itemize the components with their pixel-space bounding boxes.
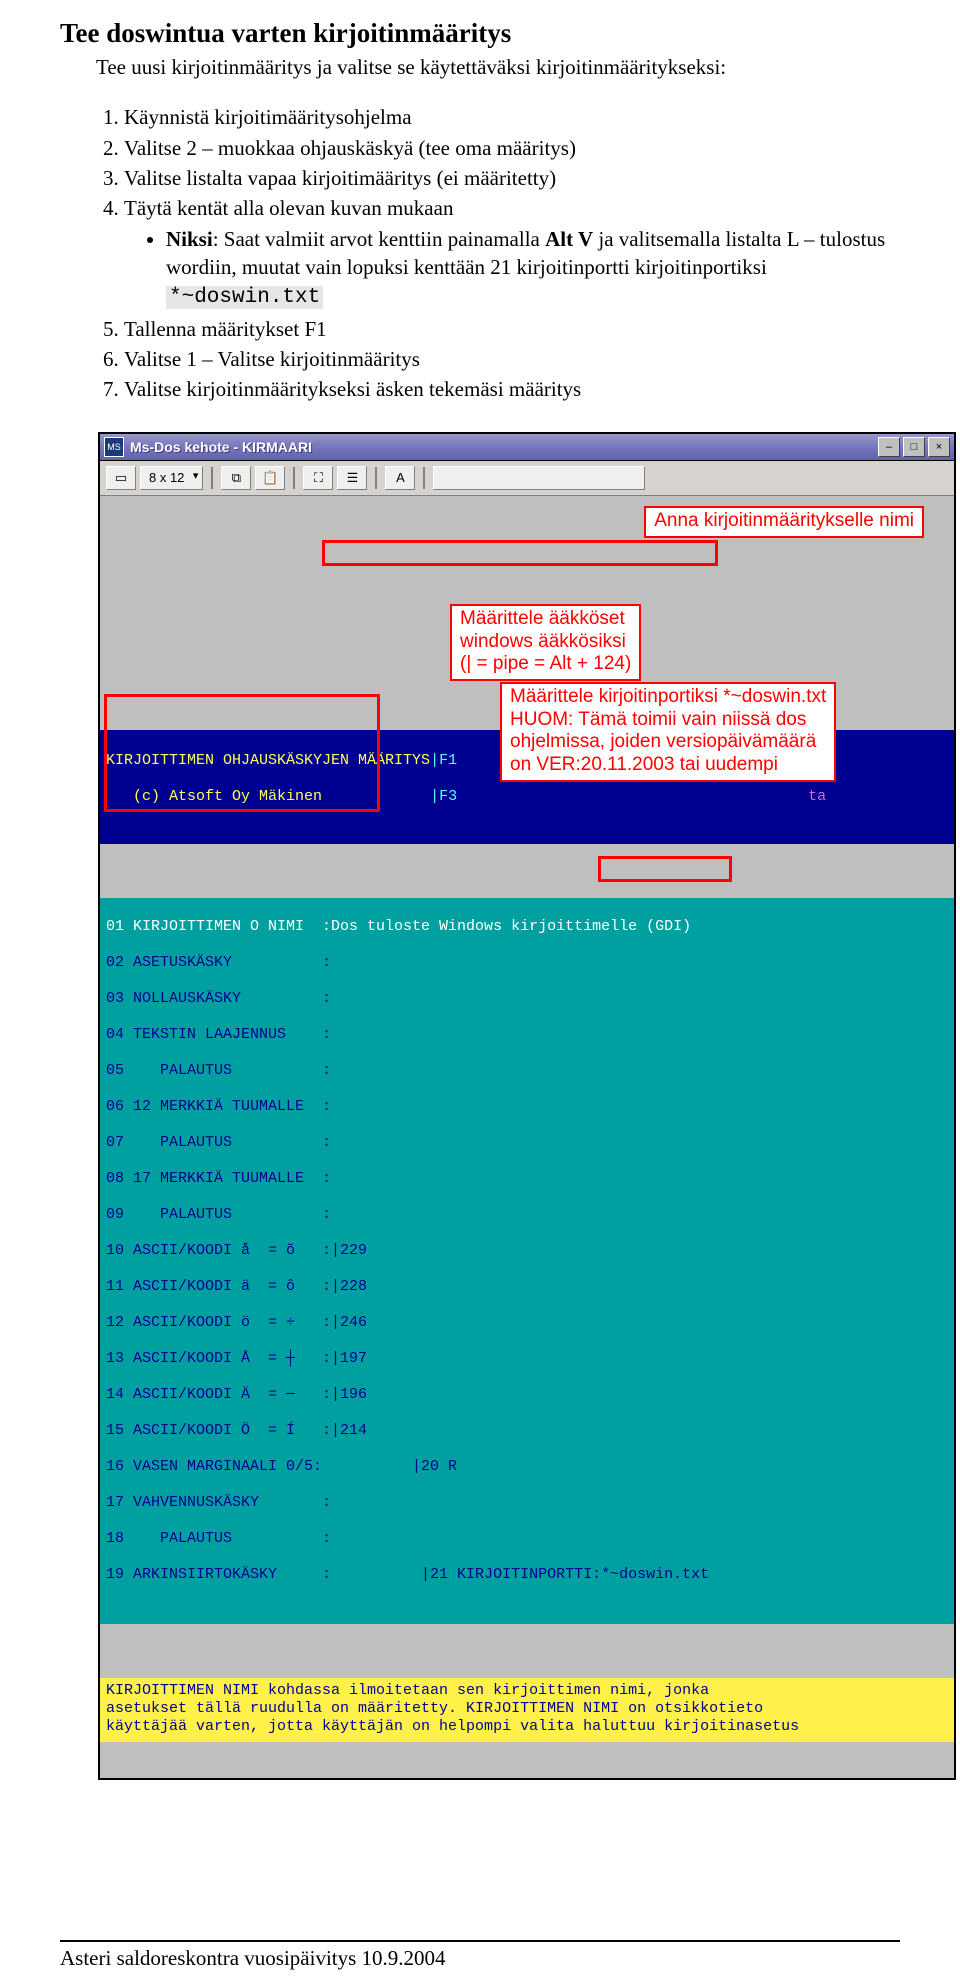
- titlebar: MS Ms-Dos kehote - KIRMAARI – □ ×: [100, 434, 954, 461]
- close-button[interactable]: ×: [928, 437, 950, 457]
- term-row-09: 09 PALAUTUS :: [106, 1206, 948, 1224]
- term-row-05: 05 PALAUTUS :: [106, 1062, 948, 1080]
- toolbar-search[interactable]: [433, 466, 645, 490]
- term-row-18: 18 PALAUTUS :: [106, 1530, 948, 1548]
- terminal-footer: KIRJOITTIMEN NIMI kohdassa ilmoitetaan s…: [100, 1678, 954, 1742]
- hdr-title: KIRJOITTIMEN OHJAUSKÄSKYJEN MÄÄRITYS: [106, 752, 430, 769]
- step-4-bullet: Niksi: Saat valmiit arvot kenttiin paina…: [166, 225, 900, 313]
- toolbar-separator: [375, 467, 377, 489]
- toolbar-separator: [423, 467, 425, 489]
- altv-label: Alt V: [545, 227, 593, 251]
- term-row-04: 04 TEKSTIN LAAJENNUS :: [106, 1026, 948, 1044]
- toolbar-font-icon[interactable]: A: [385, 466, 415, 490]
- hdr-ta: ta: [457, 788, 826, 805]
- dos-screenshot: MS Ms-Dos kehote - KIRMAARI – □ × ▭ 8 x …: [98, 432, 956, 1780]
- term-row-14: 14 ASCII/KOODI Ä = ─ :|196: [106, 1386, 948, 1404]
- niksi-label: Niksi: [166, 227, 213, 251]
- toolbar-paste-icon[interactable]: 📋: [255, 466, 285, 490]
- term-row-17: 17 VAHVENNUSKÄSKY :: [106, 1494, 948, 1512]
- term-row-19: 19 ARKINSIIRTOKÄSKY : |21 KIRJOITINPORTT…: [106, 1566, 948, 1584]
- step-1: Käynnistä kirjoitimääritysohjelma: [124, 103, 900, 131]
- toolbar: ▭ 8 x 12 ⧉ 📋 ⛶ ☰ A: [100, 461, 954, 496]
- page-footer: Asteri saldoreskontra vuosipäivitys 10.9…: [60, 1946, 900, 1971]
- maximize-button[interactable]: □: [903, 437, 925, 457]
- callout-name: Anna kirjoitinmääritykselle nimi: [644, 506, 924, 538]
- hilite-port-field: [598, 856, 732, 882]
- term-row-11: 11 ASCII/KOODI ä = ô :|228: [106, 1278, 948, 1296]
- term-row-16: 16 VASEN MARGINAALI 0/5: |20 R: [106, 1458, 948, 1476]
- steps-list: Käynnistä kirjoitimääritysohjelma Valits…: [96, 103, 900, 403]
- toolbar-copy-icon[interactable]: ⧉: [221, 466, 251, 490]
- callout-aakkoset: Määrittele ääkköset windows ääkkösiksi (…: [450, 604, 641, 681]
- terminal: Anna kirjoitinmääritykselle nimi Määritt…: [100, 496, 954, 1778]
- toolbar-fullscreen-icon[interactable]: ⛶: [303, 466, 333, 490]
- callout-port: Määrittele kirjoitinportiksi *~doswin.tx…: [500, 682, 836, 782]
- term-row-15: 15 ASCII/KOODI Ö = Í :|214: [106, 1422, 948, 1440]
- step-7: Valitse kirjoitinmääritykseksi äsken tek…: [124, 375, 900, 403]
- window-title: Ms-Dos kehote - KIRMAARI: [130, 439, 875, 455]
- intro-paragraph: Tee uusi kirjoitinmääritys ja valitse se…: [96, 53, 900, 81]
- msdos-icon: MS: [104, 437, 124, 457]
- term-row-13: 13 ASCII/KOODI Å = ┼ :|197: [106, 1350, 948, 1368]
- toolbar-separator: [211, 467, 213, 489]
- term-row-01: 01 KIRJOITTIMEN O NIMI :Dos tuloste Wind…: [106, 918, 948, 936]
- hdr-f1: |F1: [430, 752, 457, 769]
- step-6: Valitse 1 – Valitse kirjoitinmääritys: [124, 345, 900, 373]
- doswin-code: *~doswin.txt: [166, 286, 323, 309]
- step-2: Valitse 2 – muokkaa ohjauskäskyä (tee om…: [124, 134, 900, 162]
- step-4: Täytä kentät alla olevan kuvan mukaan Ni…: [124, 194, 900, 312]
- hdr-copyright: (c) Atsoft Oy Mäkinen: [106, 788, 322, 805]
- font-size-select[interactable]: 8 x 12: [140, 466, 203, 490]
- minimize-button[interactable]: –: [878, 437, 900, 457]
- step-3: Valitse listalta vapaa kirjoitimääritys …: [124, 164, 900, 192]
- term-row-07: 07 PALAUTUS :: [106, 1134, 948, 1152]
- toolbar-properties-icon[interactable]: ☰: [337, 466, 367, 490]
- term-row-10: 10 ASCII/KOODI å = õ :|229: [106, 1242, 948, 1260]
- bullet-t1: : Saat valmiit arvot kenttiin painamalla: [213, 227, 545, 251]
- footer-rule: [60, 1940, 900, 1942]
- step-5: Tallenna määritykset F1: [124, 315, 900, 343]
- term-row-12: 12 ASCII/KOODI ö = ÷ :|246: [106, 1314, 948, 1332]
- toolbar-separator: [293, 467, 295, 489]
- page-heading: Tee doswintua varten kirjoitinmääritys: [60, 18, 900, 49]
- term-row-08: 08 17 MERKKIÄ TUUMALLE :: [106, 1170, 948, 1188]
- hdr-f3: |F3: [322, 788, 457, 805]
- term-row-02: 02 ASETUSKÄSKY :: [106, 954, 948, 972]
- hilite-name-field: [322, 540, 718, 566]
- term-row-03: 03 NOLLAUSKÄSKY :: [106, 990, 948, 1008]
- term-row-06: 06 12 MERKKIÄ TUUMALLE :: [106, 1098, 948, 1116]
- step-4-text: Täytä kentät alla olevan kuvan mukaan: [124, 196, 453, 220]
- toolbar-mark-icon[interactable]: ▭: [106, 466, 136, 490]
